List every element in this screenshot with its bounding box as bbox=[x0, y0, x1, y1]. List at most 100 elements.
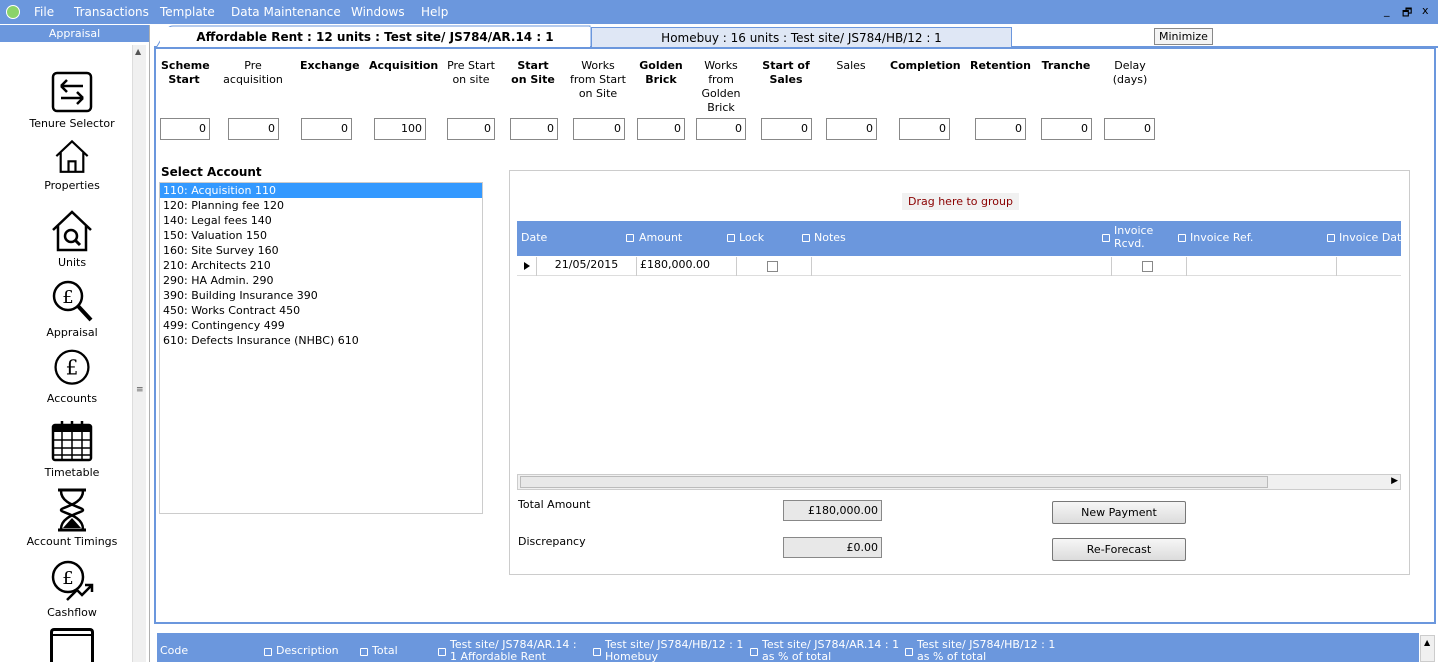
column-header-ar-value[interactable]: Test site/ JS784/AR.14 : 1 Affordable Re… bbox=[450, 639, 585, 662]
milestone-input[interactable]: 0 bbox=[899, 118, 950, 140]
new-payment-button[interactable]: New Payment bbox=[1052, 501, 1186, 524]
cell-invoice-rcvd[interactable] bbox=[1112, 257, 1187, 276]
pin-icon[interactable] bbox=[360, 648, 368, 656]
pin-icon[interactable] bbox=[1102, 234, 1110, 242]
column-header-date[interactable]: Date bbox=[521, 231, 547, 244]
sidebar-item-tenure-selector[interactable]: Tenure Selector bbox=[0, 69, 144, 130]
milestone-input[interactable]: 0 bbox=[301, 118, 352, 140]
account-item[interactable]: 610: Defects Insurance (NHBC) 610 bbox=[160, 333, 482, 348]
column-header-description[interactable]: Description bbox=[276, 645, 339, 657]
column-header-total[interactable]: Total bbox=[372, 645, 398, 657]
account-item[interactable]: 120: Planning fee 120 bbox=[160, 198, 482, 213]
column-header-notes[interactable]: Notes bbox=[814, 231, 846, 244]
pin-icon[interactable] bbox=[264, 648, 272, 656]
scroll-up-icon[interactable]: ▲ bbox=[1424, 638, 1430, 647]
account-list[interactable]: 110: Acquisition 110 120: Planning fee 1… bbox=[159, 182, 483, 514]
account-item[interactable]: 110: Acquisition 110 bbox=[160, 183, 482, 198]
menu-windows[interactable]: Windows bbox=[351, 5, 405, 19]
pin-icon[interactable] bbox=[438, 648, 446, 656]
cell-amount[interactable]: £180,000.00 bbox=[637, 257, 737, 276]
milestone-input[interactable]: 0 bbox=[228, 118, 279, 140]
grid-header: Date Amount Lock Notes Invoice Rcvd. Inv… bbox=[517, 221, 1401, 256]
menu-file[interactable]: File bbox=[34, 5, 54, 19]
pin-icon[interactable] bbox=[750, 648, 758, 656]
column-header-amount[interactable]: Amount bbox=[639, 231, 682, 244]
milestone-input[interactable]: 100 bbox=[374, 118, 426, 140]
lock-checkbox[interactable] bbox=[767, 261, 778, 272]
scrollbar-thumb[interactable] bbox=[520, 476, 1268, 488]
sidebar-item-properties[interactable]: Properties bbox=[0, 137, 144, 192]
scroll-right-icon[interactable]: ▶ bbox=[1391, 476, 1398, 486]
pin-icon[interactable] bbox=[802, 234, 810, 242]
milestone-label: Start on Site bbox=[511, 59, 555, 86]
reforecast-button[interactable]: Re-Forecast bbox=[1052, 538, 1186, 561]
cell-lock[interactable] bbox=[737, 257, 812, 276]
column-header-invoice-rcvd[interactable]: Invoice Rcvd. bbox=[1114, 224, 1159, 250]
milestone-input[interactable]: 0 bbox=[637, 118, 685, 140]
sidebar-item-cashflow[interactable]: £ Cashflow bbox=[0, 558, 144, 619]
column-header-ar-percent[interactable]: Test site/ JS784/AR.14 : 1 as % of total bbox=[762, 639, 902, 662]
sidebar-item-timetable[interactable]: Timetable bbox=[0, 418, 144, 479]
pin-icon[interactable] bbox=[727, 234, 735, 242]
pin-icon[interactable] bbox=[1178, 234, 1186, 242]
total-amount-value: £180,000.00 bbox=[783, 500, 882, 521]
pin-icon[interactable] bbox=[626, 234, 634, 242]
milestone-input[interactable]: 0 bbox=[447, 118, 495, 140]
milestone-input[interactable]: 0 bbox=[573, 118, 625, 140]
window-minimize-button[interactable]: _ bbox=[1384, 4, 1390, 17]
account-item[interactable]: 160: Site Survey 160 bbox=[160, 243, 482, 258]
sidebar-item-accounts[interactable]: £ Accounts bbox=[0, 348, 144, 405]
invoice-rcvd-checkbox[interactable] bbox=[1142, 261, 1153, 272]
sidebar-item-units[interactable]: Units bbox=[0, 208, 144, 269]
sidebar-item-account-timings[interactable]: Account Timings bbox=[0, 487, 144, 548]
account-item[interactable]: 150: Valuation 150 bbox=[160, 228, 482, 243]
cell-invoice-date[interactable] bbox=[1337, 257, 1401, 276]
milestone-input[interactable]: 0 bbox=[696, 118, 746, 140]
grid-horizontal-scrollbar[interactable]: ▶ bbox=[517, 474, 1401, 490]
menu-template[interactable]: Template bbox=[160, 5, 215, 19]
account-item[interactable]: 140: Legal fees 140 bbox=[160, 213, 482, 228]
menu-transactions[interactable]: Transactions bbox=[74, 5, 149, 19]
group-drop-area[interactable]: Drag here to group bbox=[902, 193, 1019, 210]
cell-date[interactable]: 21/05/2015 bbox=[537, 257, 637, 276]
milestone-label: Works from Golden Brick bbox=[701, 59, 741, 114]
account-item[interactable]: 290: HA Admin. 290 bbox=[160, 273, 482, 288]
milestone-label: Tranche bbox=[1041, 59, 1091, 72]
tab-affordable-rent[interactable]: Affordable Rent : 12 units : Test site/ … bbox=[160, 27, 590, 47]
account-item[interactable]: 499: Contingency 499 bbox=[160, 318, 482, 333]
pin-icon[interactable] bbox=[1327, 234, 1335, 242]
account-item[interactable]: 450: Works Contract 450 bbox=[160, 303, 482, 318]
cell-invoice-ref[interactable] bbox=[1187, 257, 1337, 276]
cell-notes[interactable] bbox=[812, 257, 1112, 276]
column-header-lock[interactable]: Lock bbox=[739, 231, 764, 244]
sidebar-item-label: Timetable bbox=[44, 466, 100, 479]
phone-pound-icon bbox=[50, 628, 94, 662]
sidebar-header: Appraisal bbox=[0, 25, 149, 42]
column-header-invoice-ref[interactable]: Invoice Ref. bbox=[1190, 231, 1253, 244]
account-item[interactable]: 390: Building Insurance 390 bbox=[160, 288, 482, 303]
milestone-input[interactable]: 0 bbox=[1104, 118, 1155, 140]
pin-icon[interactable] bbox=[593, 648, 601, 656]
table-row[interactable]: 21/05/2015 £180,000.00 bbox=[517, 257, 1401, 276]
column-header-hb-percent[interactable]: Test site/ JS784/HB/12 : 1 as % of total bbox=[917, 639, 1057, 662]
sidebar-item-appraisal[interactable]: £ Appraisal bbox=[0, 278, 144, 339]
account-item[interactable]: 210: Architects 210 bbox=[160, 258, 482, 273]
menu-data-maintenance[interactable]: Data Maintenance bbox=[231, 5, 341, 19]
milestone-input[interactable]: 0 bbox=[510, 118, 558, 140]
column-header-hb-value[interactable]: Test site/ JS784/HB/12 : 1 Homebuy bbox=[605, 639, 745, 662]
milestone-input[interactable]: 0 bbox=[975, 118, 1026, 140]
column-header-invoice-date[interactable]: Invoice Date bbox=[1339, 231, 1401, 244]
milestone-label: Exchange bbox=[300, 59, 360, 72]
window-close-button[interactable]: x bbox=[1422, 4, 1429, 17]
menu-help[interactable]: Help bbox=[421, 5, 448, 19]
bottom-grid-scrollbar[interactable]: ▲ bbox=[1420, 635, 1435, 662]
pound-magnifier-icon: £ bbox=[52, 280, 93, 322]
window-restore-button[interactable]: 🗗 bbox=[1402, 4, 1412, 23]
pin-icon[interactable] bbox=[905, 648, 913, 656]
milestone-input[interactable]: 0 bbox=[160, 118, 210, 140]
milestone-input[interactable]: 0 bbox=[761, 118, 812, 140]
column-header-code[interactable]: Code bbox=[160, 645, 188, 657]
tab-homebuy[interactable]: Homebuy : 16 units : Test site/ JS784/HB… bbox=[591, 27, 1012, 47]
milestone-input[interactable]: 0 bbox=[826, 118, 877, 140]
milestone-input[interactable]: 0 bbox=[1041, 118, 1092, 140]
